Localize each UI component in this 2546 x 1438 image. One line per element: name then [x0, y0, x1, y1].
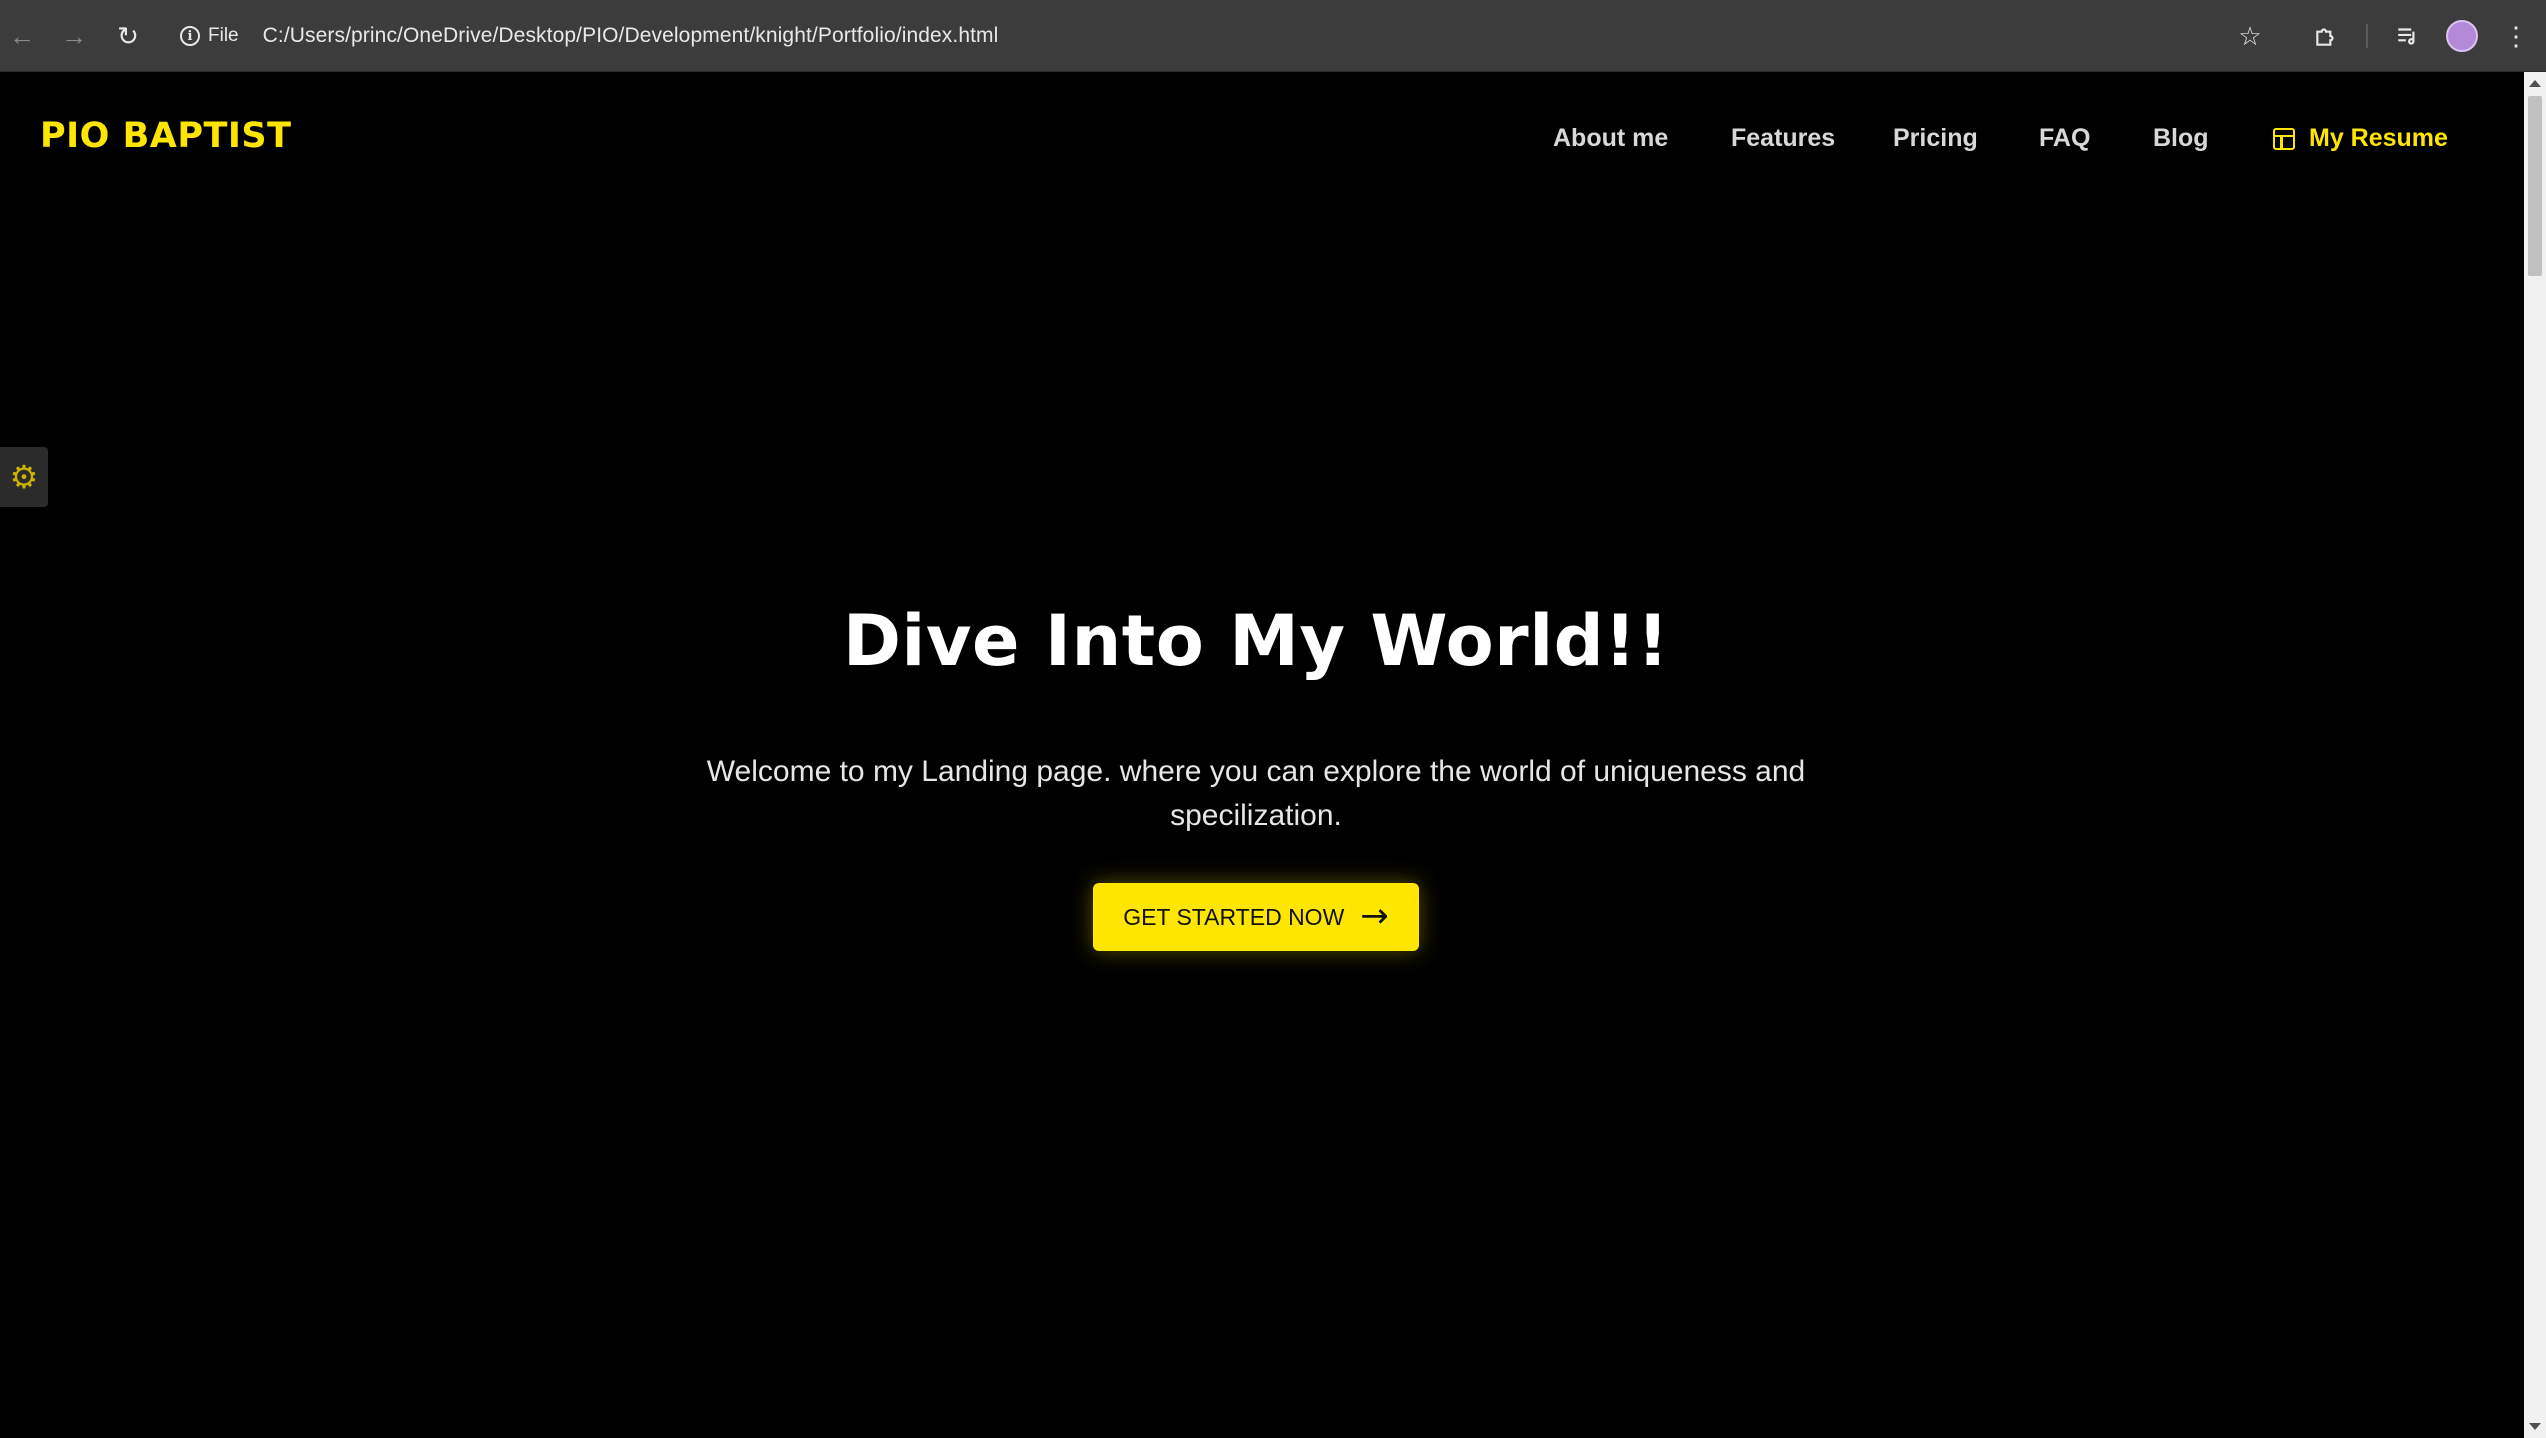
browser-toolbar: ← → ↻ i File C:/Users/princ/OneDrive/Des… [0, 0, 2546, 72]
page-viewport: PIO BAPTIST About me Features Pricing FA… [0, 72, 2524, 1438]
scroll-down-icon[interactable] [2529, 1423, 2541, 1430]
scroll-thumb[interactable] [2528, 96, 2542, 276]
nav-link-faq[interactable]: FAQ [2039, 124, 2090, 153]
site-logo[interactable]: PIO BAPTIST [40, 116, 292, 156]
layout-icon [2273, 127, 2295, 150]
reload-icon[interactable]: ↻ [110, 18, 146, 54]
nav-link-my-resume[interactable]: My Resume [2273, 124, 2448, 153]
puzzle-icon[interactable] [2306, 16, 2346, 56]
nav-link-features[interactable]: Features [1731, 124, 1835, 153]
nav-link-about-me[interactable]: About me [1553, 124, 1668, 153]
profile-avatar[interactable] [2446, 20, 2478, 52]
resume-label: My Resume [2309, 124, 2448, 152]
hero-title: Dive Into My World!! [842, 600, 1670, 682]
nav-link-pricing[interactable]: Pricing [1893, 124, 1978, 153]
info-icon: i [180, 26, 200, 46]
back-arrow-icon[interactable]: ← [4, 18, 40, 54]
address-bar[interactable]: i File C:/Users/princ/OneDrive/Desktop/P… [168, 12, 2268, 60]
page-scrollbar[interactable] [2524, 72, 2546, 1438]
settings-toggle[interactable]: ⚙ [0, 447, 48, 507]
kebab-menu-icon[interactable]: ⋮ [2496, 16, 2536, 56]
nav-link-blog[interactable]: Blog [2153, 124, 2209, 153]
hero-subtitle: Welcome to my Landing page. where you ca… [706, 755, 1806, 832]
get-started-button[interactable]: GET STARTED NOW → [1093, 883, 1419, 951]
get-started-label: GET STARTED NOW [1123, 903, 1345, 930]
star-icon[interactable]: ☆ [2230, 16, 2270, 56]
gear-icon: ⚙ [9, 459, 39, 495]
url-text[interactable]: C:/Users/princ/OneDrive/Desktop/PIO/Deve… [263, 24, 999, 48]
toolbar-divider [2366, 24, 2368, 48]
site-info-label: File [208, 25, 239, 46]
forward-arrow-icon[interactable]: → [56, 18, 92, 54]
scroll-up-icon[interactable] [2529, 80, 2541, 87]
media-queue-icon[interactable] [2388, 16, 2428, 56]
site-info-chip[interactable]: i File [180, 25, 239, 47]
arrow-right-icon: → [1360, 895, 1389, 936]
